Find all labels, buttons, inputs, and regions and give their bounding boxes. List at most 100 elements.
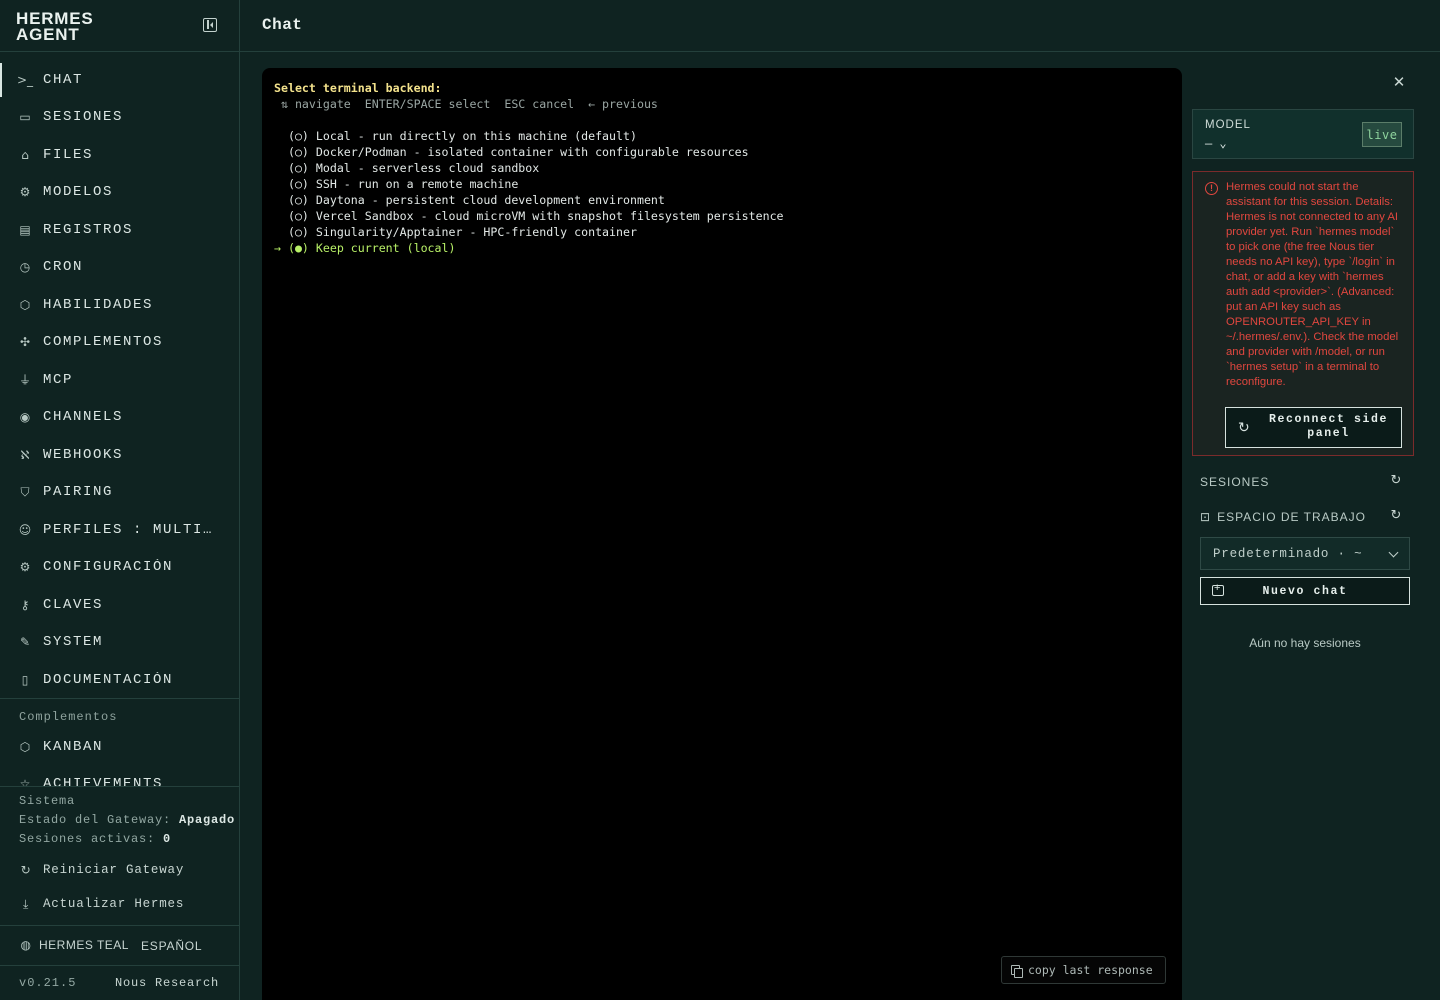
alert-circle-icon: ! xyxy=(1205,182,1218,195)
copy-last-response-button[interactable]: copy last response xyxy=(1001,956,1166,984)
chevron-down-icon xyxy=(1388,547,1399,558)
refresh-sessions-icon[interactable]: ↻ xyxy=(1389,474,1403,488)
terminal-option[interactable]: (○) SSH - run on a remote machine xyxy=(274,176,518,192)
sidebar-item-label: PERFILES : MULTI AGENTE xyxy=(43,521,221,538)
model-value[interactable]: — ⌄ xyxy=(1205,136,1227,151)
reconnect-side-panel-button[interactable]: ↻ Reconnect side panel xyxy=(1225,407,1402,448)
sidebar-item-chat[interactable]: >_ CHAT xyxy=(0,61,240,99)
sidebar-item-registros[interactable]: ▤ REGISTROS xyxy=(0,211,240,249)
sidebar-item-perfiles-multi-agente[interactable]: ☺ PERFILES : MULTI AGENTE xyxy=(0,511,240,549)
terminal-prompt: Select terminal backend: xyxy=(274,81,442,95)
plugin-item-label: ACHIEVEMENTS xyxy=(43,776,164,786)
sidebar-item-mcp[interactable]: ⏚ MCP xyxy=(0,361,240,399)
sidebar-item-documentación[interactable]: ▯ DOCUMENTACIÓN xyxy=(0,661,240,699)
active-sessions-label: Sesiones activas: xyxy=(19,832,156,846)
page-title: Chat xyxy=(262,16,303,34)
sidebar-item-label: REGISTROS xyxy=(43,221,134,238)
terminal-option[interactable]: (○) Daytona - persistent cloud developme… xyxy=(274,192,665,208)
restart-gateway-button[interactable]: ↻ Reiniciar Gateway xyxy=(19,863,184,877)
puzzle-icon: ✣ xyxy=(19,335,31,350)
plugins-nav: ⬡ KANBAN ☆ ACHIEVEMENTS xyxy=(0,728,240,786)
error-message: Hermes could not start the assistant for… xyxy=(1226,181,1399,388)
workspace-select[interactable]: Predeterminado · ~ xyxy=(1200,537,1410,570)
folder-search-icon: ⊡ xyxy=(1200,510,1212,524)
sidebar-item-label: HABILIDADES xyxy=(43,296,154,313)
sidebar-item-label: WEBHOOKS xyxy=(43,446,124,463)
webhook-icon: ℵ xyxy=(20,447,30,462)
model-card[interactable]: MODEL — ⌄ live xyxy=(1192,109,1414,159)
settings-icon: ⚙ xyxy=(19,560,31,575)
shield-icon: ⛉ xyxy=(20,484,30,499)
close-icon[interactable]: ✕ xyxy=(1390,73,1408,91)
terminal-hint: ⇅ navigate ENTER/SPACE select ESC cancel… xyxy=(274,97,658,111)
divider xyxy=(0,925,240,926)
sidebar-item-system[interactable]: ✎ SYSTEM xyxy=(0,624,240,662)
workspace-select-value: Predeterminado · ~ xyxy=(1213,547,1363,561)
file-text-icon: ▤ xyxy=(19,222,31,237)
terminal-option[interactable]: (○) Vercel Sandbox - cloud microVM with … xyxy=(274,208,784,224)
wrench-icon: ✎ xyxy=(19,635,31,650)
sidebar-item-label: MCP xyxy=(43,371,74,388)
sidebar-item-pairing[interactable]: ⛉ PAIRING xyxy=(0,474,240,512)
terminal-option-selected[interactable]: → (●) Keep current (local) xyxy=(274,240,455,256)
palette-icon: ◍ xyxy=(20,938,32,952)
vendor-link[interactable]: Nous Research xyxy=(115,976,219,990)
sidebar-item-label: COMPLEMENTOS xyxy=(43,334,164,351)
refresh-icon: ↻ xyxy=(1238,420,1250,436)
download-icon: ⤓ xyxy=(22,896,30,911)
sidebar-item-claves[interactable]: ⚷ CLAVES xyxy=(0,586,240,624)
gateway-status-value: Apagado xyxy=(179,813,236,827)
sidebar-item-modelos[interactable]: ⚙ MODELOS xyxy=(0,174,240,212)
sidebar-item-habilidades[interactable]: ⬡ HABILIDADES xyxy=(0,286,240,324)
new-chat-button[interactable]: Nuevo chat xyxy=(1200,577,1410,605)
star-icon: ☆ xyxy=(19,777,31,786)
sidebar-item-label: DOCUMENTACIÓN xyxy=(43,671,174,688)
sidebar-item-complementos[interactable]: ✣ COMPLEMENTOS xyxy=(0,324,240,362)
sidebar-item-label: PAIRING xyxy=(43,484,114,501)
radio-icon: ◉ xyxy=(19,410,31,425)
sidebar-item-cron[interactable]: ◷ CRON xyxy=(0,249,240,287)
sessions-heading: SESIONES xyxy=(1200,475,1269,489)
sidebar-item-label: CLAVES xyxy=(43,596,104,613)
plugin-item-label: KANBAN xyxy=(43,738,104,755)
copy-last-response-label: copy last response xyxy=(1028,963,1153,977)
refresh-workspace-icon[interactable]: ↻ xyxy=(1389,509,1403,523)
sidebar-item-configuración[interactable]: ⚙ CONFIGURACIÓN xyxy=(0,549,240,587)
version-label: v0.21.5 xyxy=(19,976,77,990)
terminal-option[interactable]: (○) Docker/Podman - isolated container w… xyxy=(274,144,749,160)
collapse-sidebar-icon[interactable] xyxy=(203,18,217,32)
users-icon: ☺ xyxy=(18,522,32,537)
cpu-icon: ⚙ xyxy=(19,185,31,200)
sidebar-item-webhooks[interactable]: ℵ WEBHOOKS xyxy=(0,436,240,474)
clock-icon: ◷ xyxy=(19,260,31,275)
sidebar-item-label: SESIONES xyxy=(43,109,124,126)
model-label: MODEL xyxy=(1205,119,1251,131)
terminal-option[interactable]: (○) Local - run directly on this machine… xyxy=(274,128,637,144)
terminal-icon: >_ xyxy=(16,72,34,87)
active-sessions-value: 0 xyxy=(163,832,172,846)
restart-gateway-label: Reiniciar Gateway xyxy=(43,863,185,877)
terminal-view[interactable]: Select terminal backend: ⇅ navigate ENTE… xyxy=(262,68,1182,1000)
workspace-heading-label: ESPACIO DE TRABAJO xyxy=(1217,510,1366,524)
divider xyxy=(0,965,240,966)
sidebar-item-label: CHAT xyxy=(43,71,84,88)
plugin-item-achievements[interactable]: ☆ ACHIEVEMENTS xyxy=(0,766,240,786)
update-hermes-button[interactable]: ⤓ Actualizar Hermes xyxy=(19,896,184,912)
package-icon: ⬡ xyxy=(19,739,31,754)
sidebar-item-channels[interactable]: ◉ CHANNELS xyxy=(0,399,240,437)
theme-selector[interactable]: ◍ HERMES TEAL xyxy=(19,938,129,952)
terminal-option[interactable]: (○) Modal - serverless cloud sandbox xyxy=(274,160,539,176)
workspace-heading: ⊡ ESPACIO DE TRABAJO xyxy=(1200,510,1366,524)
book-icon: ▯ xyxy=(21,672,29,687)
package-icon: ⬡ xyxy=(19,297,31,312)
plugin-item-kanban[interactable]: ⬡ KANBAN xyxy=(0,728,240,766)
terminal-option[interactable]: (○) Singularity/Apptainer - HPC-friendly… xyxy=(274,224,637,240)
sidebar-item-sesiones[interactable]: ▭ SESIONES xyxy=(0,99,240,137)
brand-logo: HERMES AGENT xyxy=(16,10,94,43)
language-selector[interactable]: ESPAÑOL xyxy=(141,939,202,953)
sidebar-item-label: MODELOS xyxy=(43,184,114,201)
sessions-heading-label: SESIONES xyxy=(1200,475,1270,489)
sidebar-item-files[interactable]: ⌂ FILES xyxy=(0,136,240,174)
sidebar-item-label: SYSTEM xyxy=(43,634,104,651)
divider xyxy=(0,786,240,787)
